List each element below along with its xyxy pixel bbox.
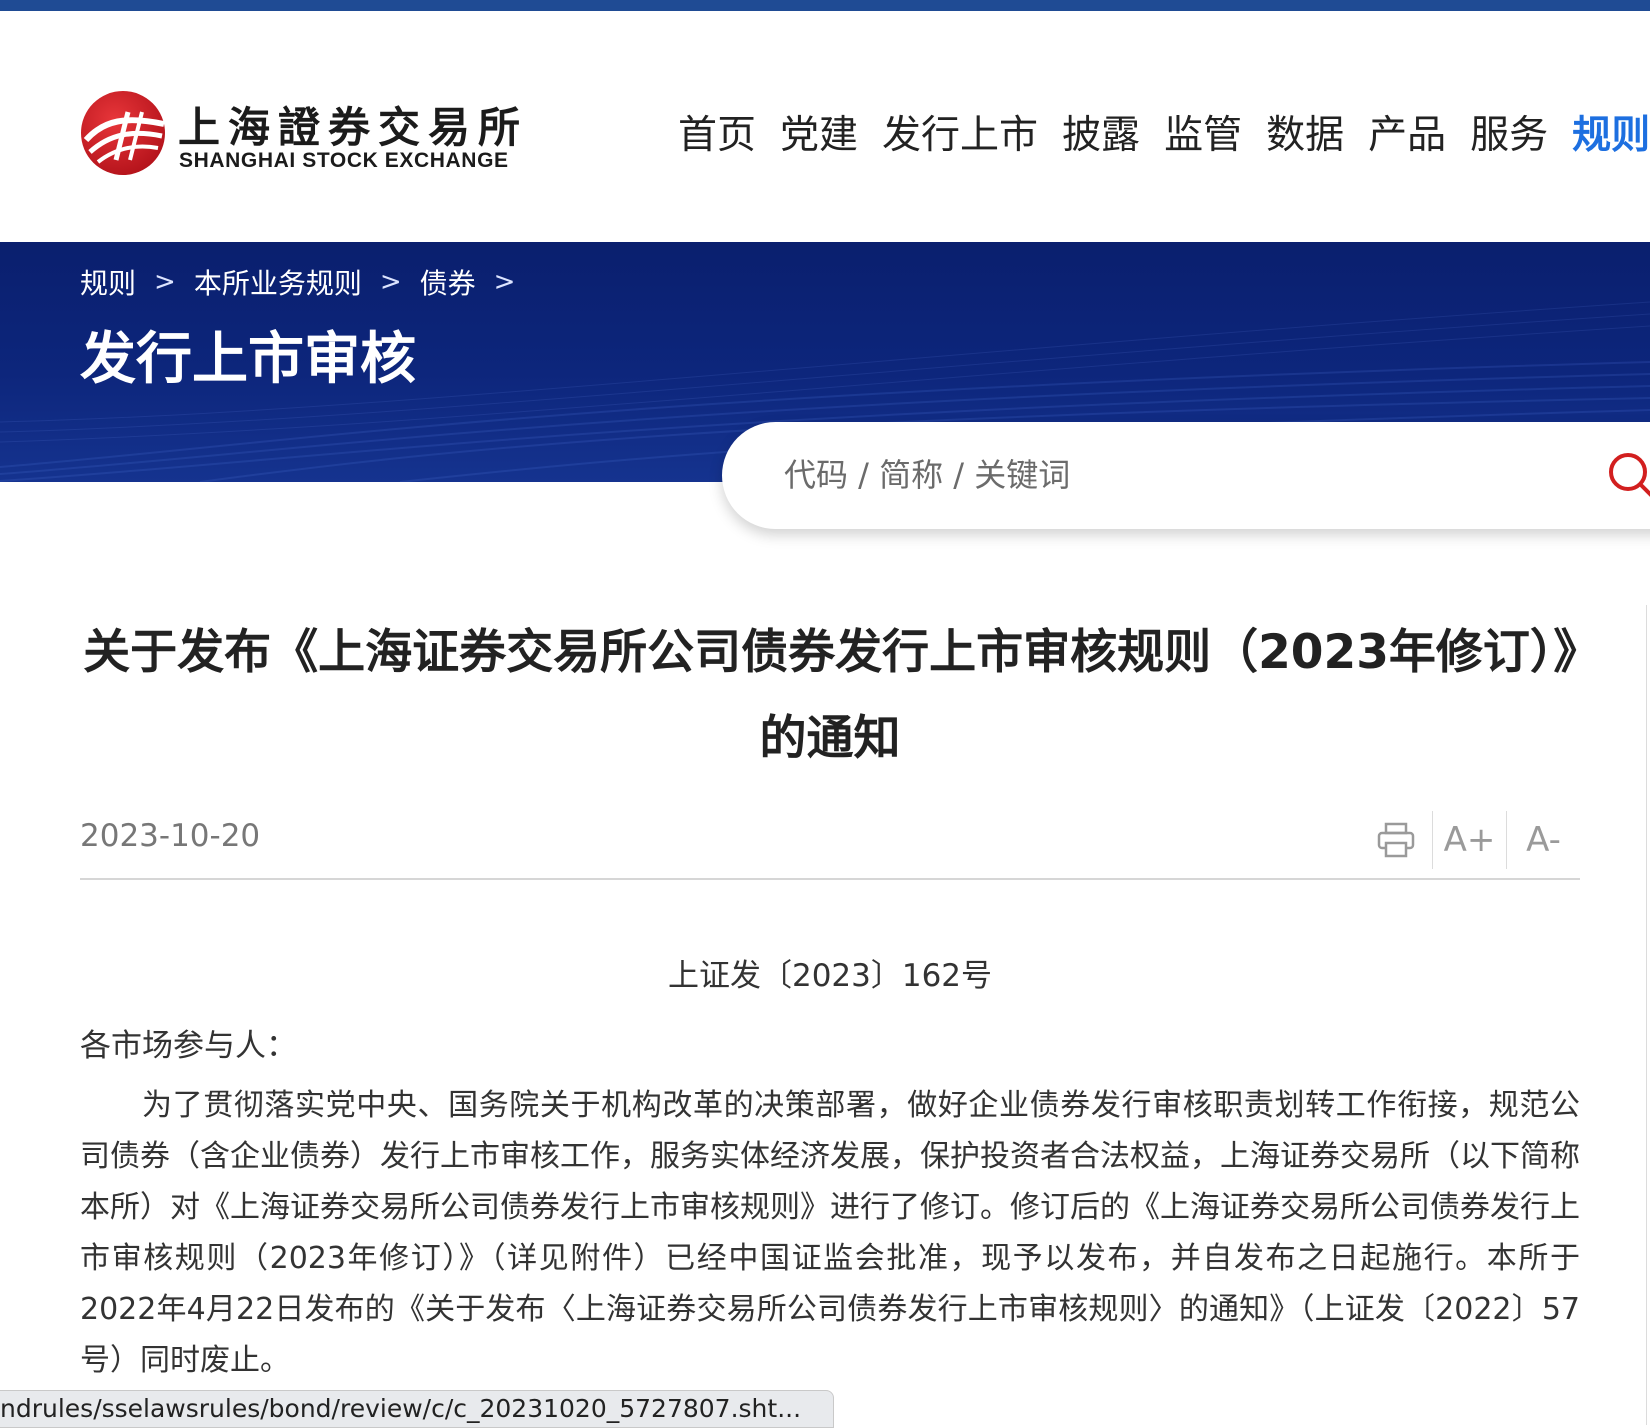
nav-item-products[interactable]: 产品: [1368, 106, 1446, 166]
article-title: 关于发布《上海证券交易所公司债券发行上市审核规则（2023年修订）》的通知: [83, 625, 1577, 766]
article: 关于发布《上海证券交易所公司债券发行上市审核规则（2023年修订）》的通知 20…: [80, 610, 1580, 1378]
breadcrumb-separator-icon: >: [379, 267, 402, 297]
nav-item-listing[interactable]: 发行上市: [882, 106, 1038, 166]
breadcrumb: 规则 > 本所业务规则 > 债券 >: [80, 262, 533, 302]
nav-item-home[interactable]: 首页: [678, 106, 756, 166]
document-number: 上证发〔2023〕162号: [667, 958, 993, 994]
sse-logo[interactable]: 上海證券交易所 SHANGHAI STOCK EXCHANGE: [80, 90, 520, 185]
status-bar-url: ndrules/sselawsrules/bond/review/c/c_202…: [0, 1390, 835, 1428]
breadcrumb-item-bonds[interactable]: 债券: [420, 262, 476, 302]
logo-english-name: SHANGHAI STOCK EXCHANGE: [179, 149, 509, 172]
article-body: 为了贯彻落实党中央、国务院关于机构改革的决策部署，做好企业债券发行审核职责划转工…: [80, 1088, 1580, 1378]
nav-item-services[interactable]: 服务: [1470, 106, 1548, 166]
salutation: 各市场参与人：: [80, 1028, 297, 1064]
nav-item-data[interactable]: 数据: [1266, 106, 1344, 166]
sse-logo-icon: [81, 91, 165, 175]
breadcrumb-separator-icon: >: [493, 267, 516, 297]
main-nav: 首页 党建 发行上市 披露 监管 数据 产品 服务 规则: [678, 106, 1650, 166]
breadcrumb-item-business-rules[interactable]: 本所业务规则: [194, 262, 362, 302]
logo-chinese-name: 上海證券交易所: [178, 103, 529, 152]
font-increase-button[interactable]: A+: [1433, 810, 1506, 870]
printer-icon: [1377, 822, 1414, 858]
article-tools: A+ A-: [1359, 810, 1580, 870]
nav-item-rules[interactable]: 规则: [1572, 106, 1650, 166]
side-panel-edge: [1646, 605, 1650, 1425]
page-title: 发行上市审核: [80, 327, 416, 392]
search-icon[interactable]: [1606, 450, 1650, 502]
search-box: [722, 422, 1650, 529]
article-meta: 2023-10-20 A+ A-: [80, 810, 1580, 880]
font-decrease-button[interactable]: A-: [1507, 810, 1580, 870]
nav-item-party[interactable]: 党建: [780, 106, 858, 166]
breadcrumb-separator-icon: >: [154, 267, 176, 297]
print-button[interactable]: [1359, 810, 1432, 870]
nav-item-supervision[interactable]: 监管: [1164, 106, 1242, 166]
search-input[interactable]: [784, 446, 1484, 504]
site-header: 上海證券交易所 SHANGHAI STOCK EXCHANGE 首页 党建 发行…: [0, 11, 1650, 242]
nav-item-disclosure[interactable]: 披露: [1062, 106, 1140, 166]
top-accent-bar: [0, 0, 1650, 11]
publish-date: 2023-10-20: [80, 818, 261, 854]
breadcrumb-item-rules[interactable]: 规则: [80, 262, 136, 302]
